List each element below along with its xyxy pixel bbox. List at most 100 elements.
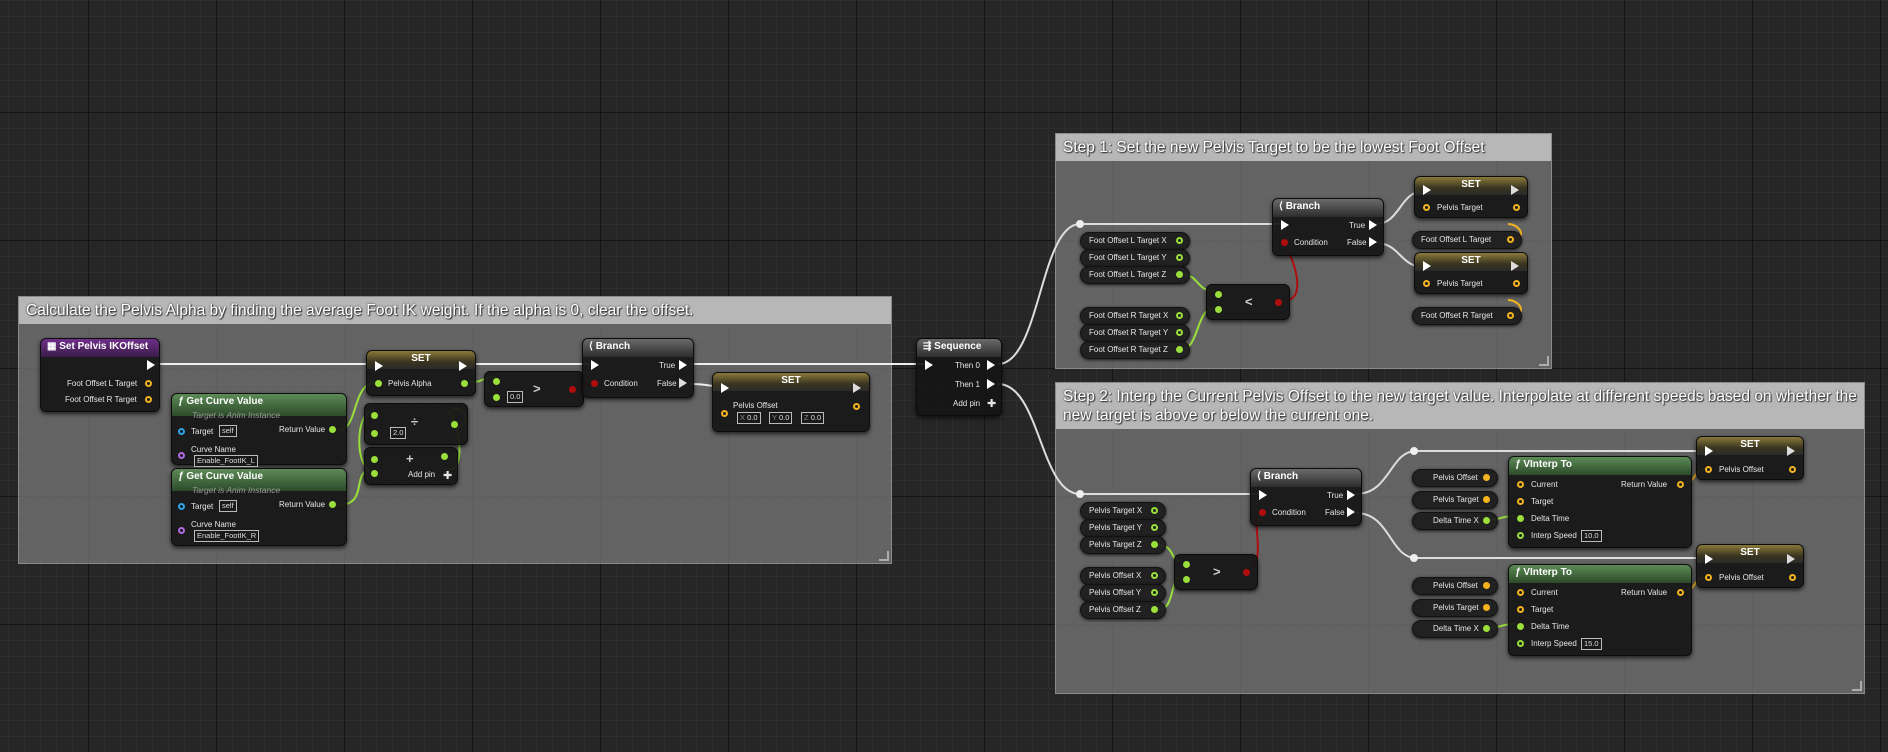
float-in-pin[interactable] xyxy=(1517,623,1524,630)
vector-in-pin[interactable] xyxy=(721,410,728,417)
get-curve-value-node-r[interactable]: ƒ Get Curve Value Target is Anim Instance… xyxy=(171,468,347,546)
vector-out-pin[interactable] xyxy=(145,396,152,403)
exec-out-pin[interactable] xyxy=(1787,446,1795,456)
var-pelvis-target-y[interactable]: Pelvis Target Y xyxy=(1080,519,1166,537)
greater-than-node[interactable]: 0.0 > xyxy=(484,371,584,407)
sequence-node[interactable]: ⇶ Sequence Then 0 Then 1 Add pin ✚ xyxy=(916,338,1002,416)
reroute-knot[interactable] xyxy=(1076,490,1084,498)
vinterp-node-1[interactable]: ƒ VInterp To Current Return Value Target… xyxy=(1508,456,1692,548)
float-out-pin[interactable] xyxy=(1151,606,1158,613)
bool-out-pin[interactable] xyxy=(1275,299,1282,306)
vector-out-pin[interactable] xyxy=(1513,280,1520,287)
var-foot-offset-l-x[interactable]: Foot Offset L Target X xyxy=(1080,232,1190,250)
vector-in-pin[interactable] xyxy=(1423,204,1430,211)
var-delta-time-a[interactable]: Delta Time X xyxy=(1412,512,1498,530)
vector-out-pin[interactable] xyxy=(1507,312,1514,319)
step1-branch-node[interactable]: ⟨ Branch True Condition False xyxy=(1272,198,1384,256)
curve-name-field[interactable]: Enable_FootIK_R xyxy=(194,530,260,542)
exec-in-pin[interactable] xyxy=(1259,490,1267,500)
exec-out-pin[interactable] xyxy=(1787,554,1795,564)
float-in-pin[interactable] xyxy=(371,430,378,437)
target-value-field[interactable]: self xyxy=(219,425,237,437)
step2-branch-node[interactable]: ⟨ Branch True Condition False xyxy=(1250,468,1362,526)
step2-set-offset-2[interactable]: SET Pelvis Offset xyxy=(1696,544,1804,588)
float-in-pin[interactable] xyxy=(1517,515,1524,522)
float-in-pin[interactable] xyxy=(1215,291,1222,298)
vector-in-pin[interactable] xyxy=(1517,498,1524,505)
vector-in-pin[interactable] xyxy=(1705,466,1712,473)
exec-out-pin[interactable] xyxy=(147,360,155,370)
exec-in-pin[interactable] xyxy=(1705,446,1713,456)
float-in-pin[interactable] xyxy=(1517,532,1524,539)
vector-out-pin[interactable] xyxy=(1483,496,1490,503)
vector-in-pin[interactable] xyxy=(1705,574,1712,581)
float-in-pin[interactable] xyxy=(375,380,382,387)
exec-in-pin[interactable] xyxy=(1423,261,1431,271)
float-in-pin[interactable] xyxy=(371,470,378,477)
vector-out-pin[interactable] xyxy=(1789,574,1796,581)
vector-out-pin[interactable] xyxy=(1483,604,1490,611)
exec-in-pin[interactable] xyxy=(591,360,599,370)
var-pelvis-offset-a[interactable]: Pelvis Offset xyxy=(1412,469,1498,487)
float-out-pin[interactable] xyxy=(1151,572,1158,579)
set-pelvis-offset-node[interactable]: SET Pelvis Offset X 0.0 Y 0.0 Z 0.0 xyxy=(712,372,870,432)
vector-out-pin[interactable] xyxy=(145,380,152,387)
vector-in-pin[interactable] xyxy=(1517,481,1524,488)
float-out-pin[interactable] xyxy=(1151,589,1158,596)
float-out-pin[interactable] xyxy=(441,453,448,460)
vinterp-node-2[interactable]: ƒ VInterp To Current Return Value Target… xyxy=(1508,564,1692,656)
vector-out-pin[interactable] xyxy=(1483,582,1490,589)
bool-in-pin[interactable] xyxy=(1281,239,1288,246)
plus-icon[interactable]: ✚ xyxy=(443,469,452,482)
float-out-pin[interactable] xyxy=(329,426,336,433)
exec-out-pin[interactable] xyxy=(1511,185,1519,195)
exec-in-pin[interactable] xyxy=(1281,220,1289,230)
get-curve-value-node-l[interactable]: ƒ Get Curve Value Target is Anim Instance… xyxy=(171,393,347,467)
exec-out-pin[interactable] xyxy=(459,361,467,371)
float-in-pin[interactable] xyxy=(1183,561,1190,568)
add-pin-button[interactable]: Add pin xyxy=(408,470,435,479)
vector-out-pin[interactable] xyxy=(853,403,860,410)
vector-in-pin[interactable] xyxy=(1517,606,1524,613)
x-field[interactable]: X 0.0 xyxy=(737,412,761,424)
float-out-pin[interactable] xyxy=(1151,524,1158,531)
name-in-pin[interactable] xyxy=(178,527,185,534)
float-out-pin[interactable] xyxy=(1176,254,1183,261)
y-field[interactable]: Y 0.0 xyxy=(769,412,793,424)
branch-node[interactable]: ⟨ Branch True Condition False xyxy=(582,338,694,398)
vector-out-pin[interactable] xyxy=(1507,236,1514,243)
step1-set-target-1[interactable]: SET Pelvis Target xyxy=(1414,176,1528,218)
add-node[interactable]: + Add pin ✚ xyxy=(364,447,458,485)
var-pelvis-offset-y[interactable]: Pelvis Offset Y xyxy=(1080,584,1166,602)
exec-out-pin[interactable] xyxy=(1369,220,1377,230)
reroute-knot[interactable] xyxy=(1410,447,1418,455)
float-in-pin[interactable] xyxy=(1215,306,1222,313)
name-in-pin[interactable] xyxy=(178,452,185,459)
var-foot-offset-r-z[interactable]: Foot Offset R Target Z xyxy=(1080,341,1190,359)
compare-value-field[interactable]: 0.0 xyxy=(507,391,524,403)
exec-out-pin[interactable] xyxy=(1369,237,1377,247)
bool-in-pin[interactable] xyxy=(1259,509,1266,516)
var-foot-offset-l-target[interactable]: Foot Offset L Target xyxy=(1412,231,1522,249)
step2-set-offset-1[interactable]: SET Pelvis Offset xyxy=(1696,436,1804,480)
add-pin-button[interactable]: Add pin xyxy=(953,399,980,408)
var-foot-offset-r-x[interactable]: Foot Offset R Target X xyxy=(1080,307,1190,325)
target-value-field[interactable]: self xyxy=(219,500,237,512)
vector-out-pin[interactable] xyxy=(1483,474,1490,481)
var-pelvis-offset-x[interactable]: Pelvis Offset X xyxy=(1080,567,1166,585)
var-pelvis-target-a[interactable]: Pelvis Target xyxy=(1412,491,1498,509)
interp-speed-field[interactable]: 10.0 xyxy=(1581,530,1602,542)
float-in-pin[interactable] xyxy=(371,456,378,463)
exec-out-pin[interactable] xyxy=(1347,507,1355,517)
float-out-pin[interactable] xyxy=(461,380,468,387)
exec-out-pin[interactable] xyxy=(853,383,861,393)
bool-out-pin[interactable] xyxy=(1243,569,1250,576)
vector-out-pin[interactable] xyxy=(1677,481,1684,488)
curve-name-field[interactable]: Enable_FootIK_L xyxy=(194,455,258,467)
exec-out-pin[interactable] xyxy=(679,360,687,370)
reroute-knot[interactable] xyxy=(1076,220,1084,228)
float-in-pin[interactable] xyxy=(1517,640,1524,647)
float-out-pin[interactable] xyxy=(1176,346,1183,353)
float-in-pin[interactable] xyxy=(1183,576,1190,583)
var-foot-offset-l-y[interactable]: Foot Offset L Target Y xyxy=(1080,249,1190,267)
